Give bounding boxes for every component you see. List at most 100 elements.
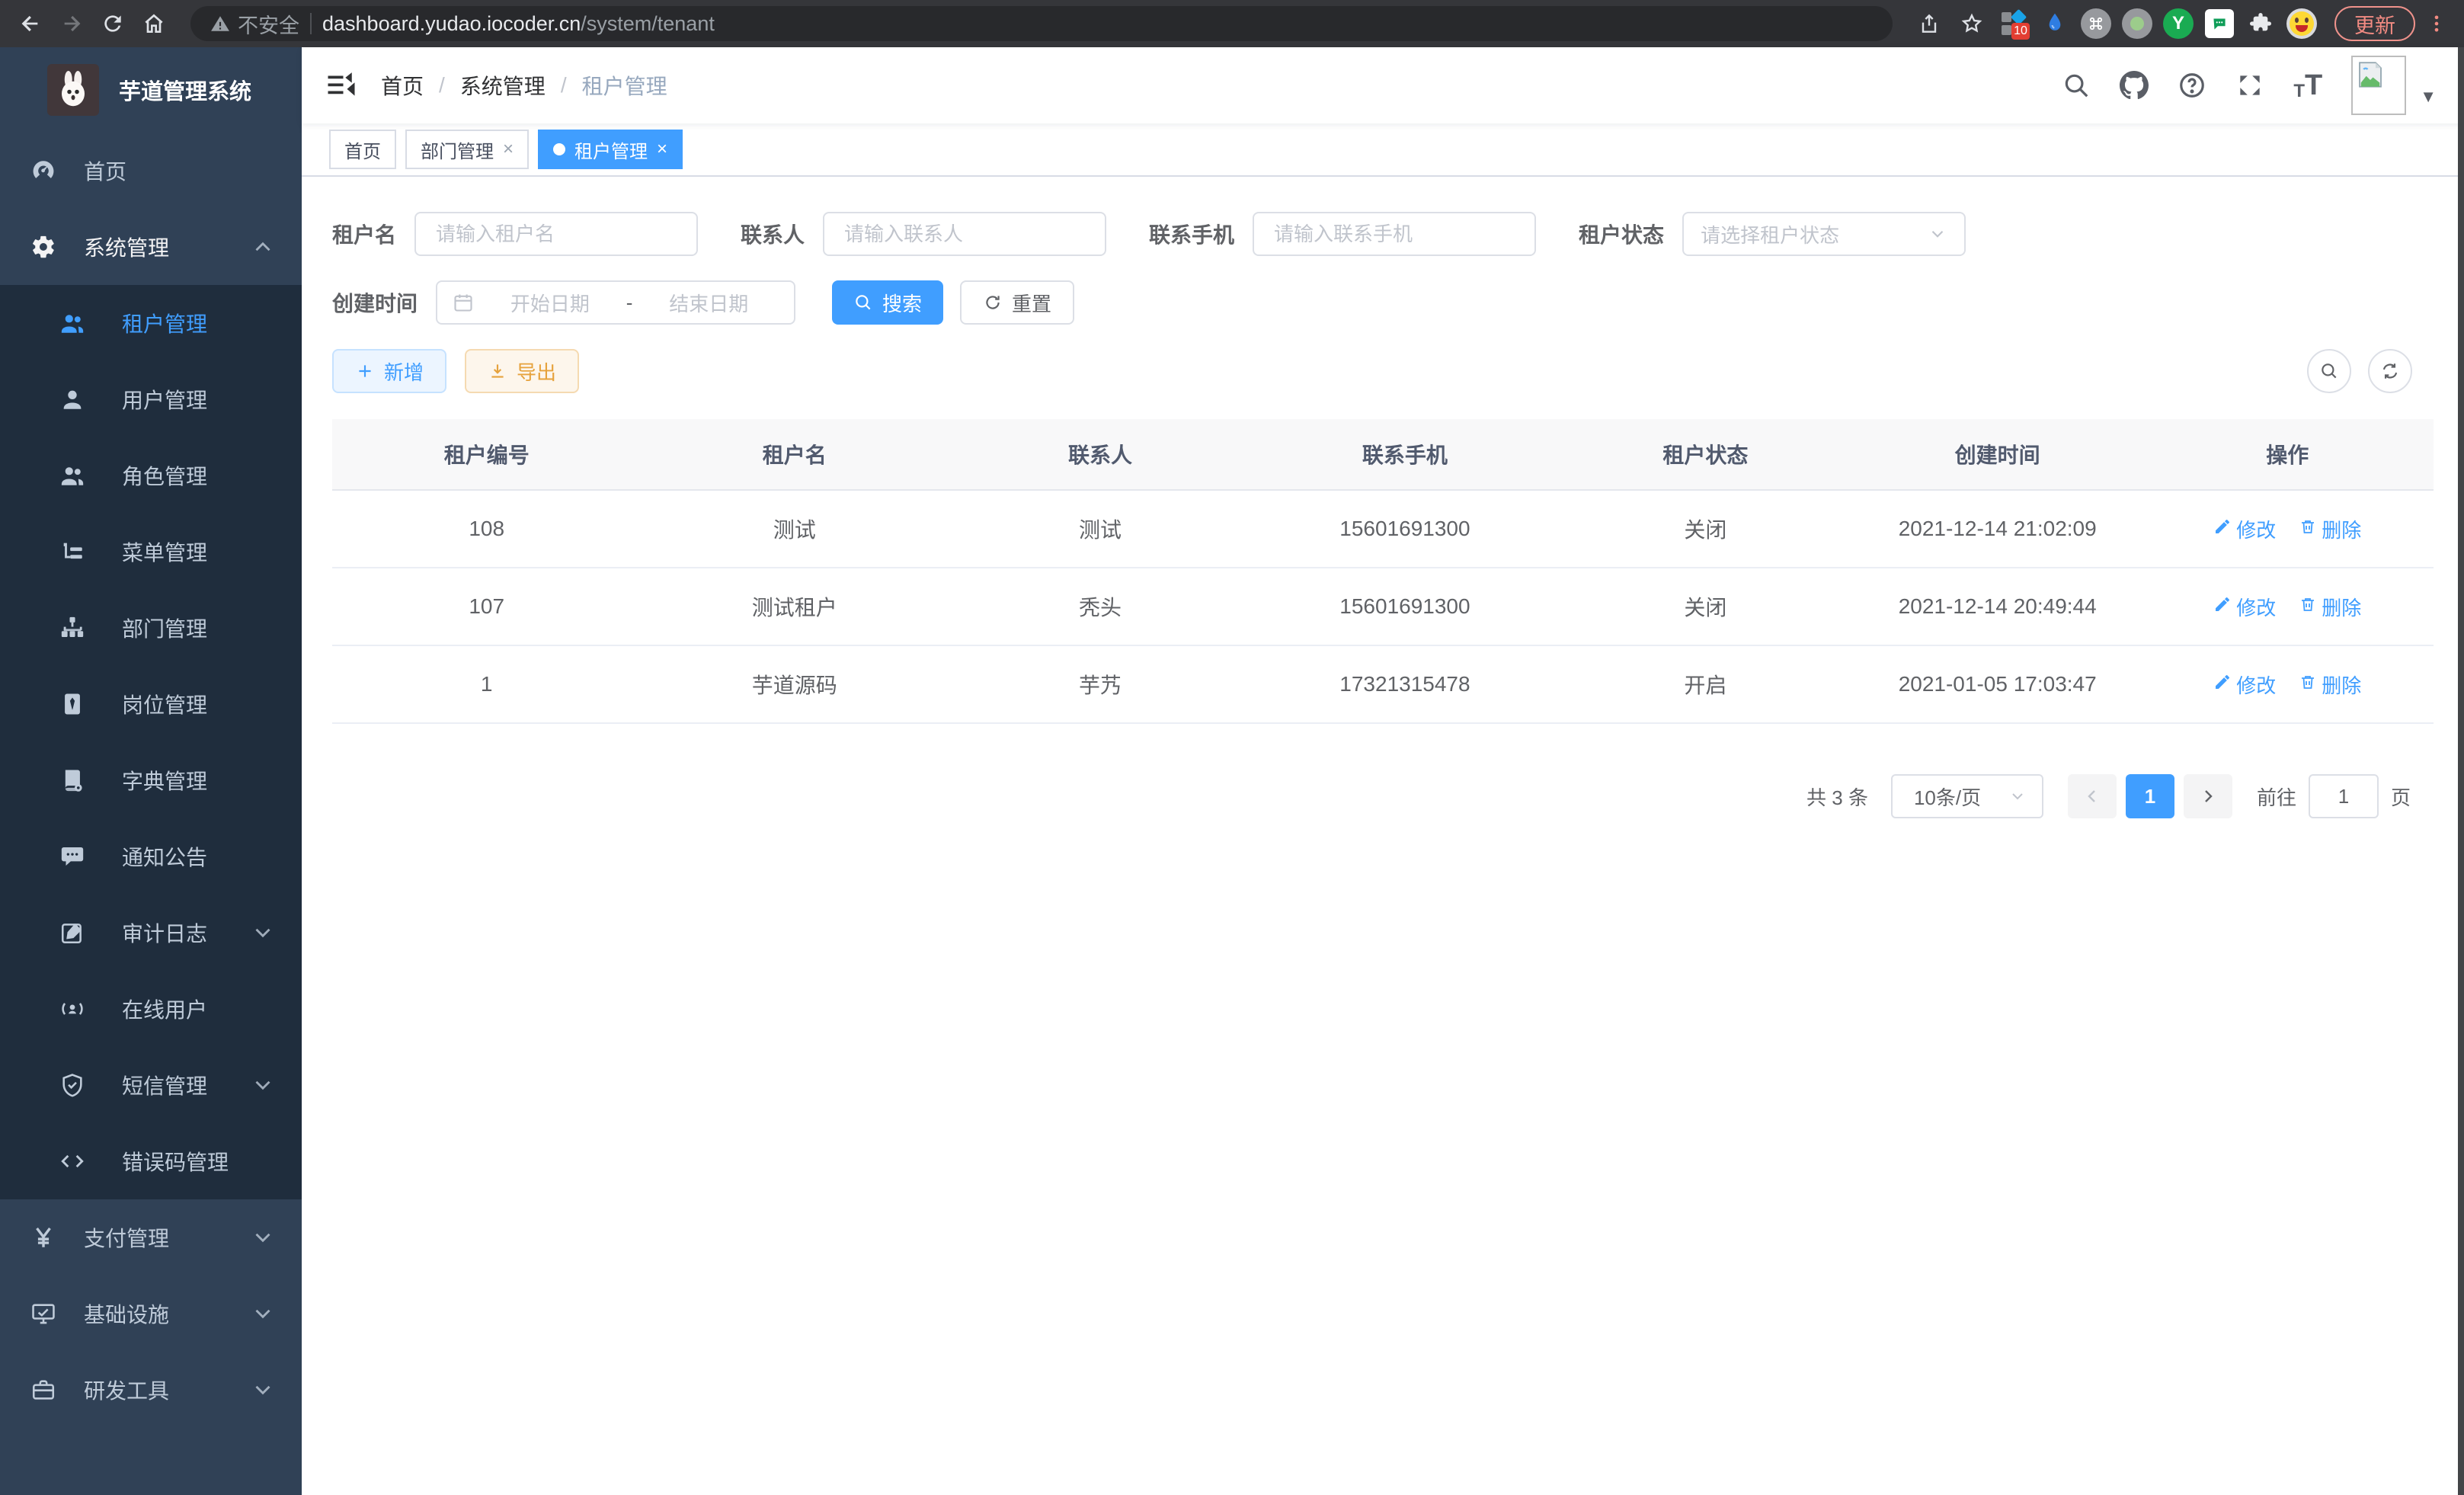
browser-reload-icon[interactable]	[94, 5, 131, 42]
header-search-icon[interactable]	[2062, 71, 2091, 100]
sidebar-item-home[interactable]: 首页	[0, 133, 302, 209]
goto-page-input[interactable]	[2309, 774, 2379, 818]
profile-avatar[interactable]	[2284, 6, 2319, 41]
column-header: 联系人	[948, 419, 1253, 489]
browser-scrollbar[interactable]	[2458, 47, 2464, 1495]
sidebar-item-online[interactable]: 在线用户	[0, 971, 302, 1047]
status-select[interactable]: 请选择租户状态	[1682, 212, 1966, 256]
sidebar-item-post[interactable]: 岗位管理	[0, 666, 302, 742]
main-area: 首页 / 系统管理 / 租户管理 TT ▼	[302, 47, 2464, 1495]
export-button[interactable]: 导出	[465, 349, 579, 393]
hamburger-icon[interactable]	[302, 47, 381, 123]
tenant-name-input[interactable]	[414, 212, 698, 256]
ext-command-icon[interactable]	[2078, 6, 2114, 41]
sidebar-item-dict[interactable]: 字典管理	[0, 742, 302, 818]
ext-drop-icon[interactable]	[2037, 6, 2072, 41]
pagination: 共 3 条 10条/页 1 前往 页	[332, 774, 2434, 818]
table-row[interactable]: 107测试租户秃头15601691300关闭2021-12-14 20:49:4…	[332, 568, 2434, 646]
gear-icon	[30, 234, 56, 260]
breadcrumb-system[interactable]: 系统管理	[460, 70, 546, 101]
tab-close-icon[interactable]: ×	[503, 139, 514, 160]
sidebar-item-user[interactable]: 用户管理	[0, 361, 302, 437]
sidebar-logo[interactable]: 芋道管理系统	[0, 47, 302, 133]
help-icon[interactable]	[2178, 71, 2206, 100]
fullscreen-icon[interactable]	[2235, 71, 2264, 100]
table-row[interactable]: 1芋道源码芋艿17321315478开启2021-01-05 17:03:47修…	[332, 646, 2434, 724]
search-button[interactable]: 搜索	[832, 280, 943, 325]
edit-link[interactable]: 修改	[2213, 593, 2276, 621]
update-button[interactable]: 更新	[2334, 6, 2415, 41]
edit-link[interactable]: 修改	[2213, 515, 2276, 543]
security-warning-icon[interactable]: 不安全	[210, 9, 299, 39]
ext-y-icon[interactable]: Y	[2161, 6, 2196, 41]
delete-link[interactable]: 删除	[2299, 593, 2361, 621]
ext-record-icon[interactable]	[2120, 6, 2155, 41]
contact-input[interactable]	[823, 212, 1106, 256]
delete-link-label: 删除	[2322, 671, 2361, 699]
infra-icon	[30, 1301, 56, 1327]
tags-bar: 首页部门管理×租户管理×	[302, 123, 2464, 177]
tenant-table: 租户编号租户名联系人联系手机租户状态创建时间操作 108测试测试15601691…	[332, 419, 2434, 724]
share-icon[interactable]	[1911, 5, 1947, 42]
tab-dept[interactable]: 部门管理×	[405, 130, 529, 169]
sidebar-item-label: 菜单管理	[122, 536, 207, 567]
sidebar-item-infra[interactable]: 基础设施	[0, 1276, 302, 1352]
table-row[interactable]: 108测试测试15601691300关闭2021-12-14 21:02:09修…	[332, 491, 2434, 568]
refresh-table-button[interactable]	[2368, 349, 2412, 393]
edit-link-label: 修改	[2236, 515, 2276, 543]
page-number-button[interactable]: 1	[2126, 774, 2174, 818]
sidebar-item-role[interactable]: 角色管理	[0, 437, 302, 514]
goto-label: 前往	[2257, 783, 2296, 811]
address-bar[interactable]: 不安全 dashboard.yudao.iocoder.cn/system/te…	[190, 6, 1893, 41]
sidebar-item-pay[interactable]: 支付管理	[0, 1199, 302, 1276]
plus-icon	[355, 361, 375, 381]
bookmark-star-icon[interactable]	[1954, 5, 1990, 42]
mobile-input[interactable]	[1253, 212, 1536, 256]
github-icon[interactable]	[2120, 71, 2149, 100]
tab-tenant[interactable]: 租户管理×	[538, 130, 683, 169]
reset-button[interactable]: 重置	[960, 280, 1074, 325]
sidebar-item-system[interactable]: 系统管理	[0, 209, 302, 285]
filter-row-2: 创建时间 开始日期 - 结束日期 搜索 重置	[332, 280, 2434, 325]
sidebar-item-errcode[interactable]: 错误码管理	[0, 1123, 302, 1199]
tab-home[interactable]: 首页	[329, 130, 396, 169]
edit-link[interactable]: 修改	[2213, 671, 2276, 699]
cell-id: 108	[332, 494, 641, 564]
post-icon	[59, 691, 85, 717]
cell-actions: 修改删除	[2142, 492, 2434, 566]
browser-back-icon[interactable]	[12, 5, 49, 42]
ext-grid-icon[interactable]: 10	[1996, 6, 2031, 41]
online-icon	[59, 996, 85, 1022]
chevron-down-icon	[250, 1072, 276, 1098]
sidebar-item-menu[interactable]: 菜单管理	[0, 514, 302, 590]
next-page-button[interactable]	[2184, 774, 2232, 818]
add-button[interactable]: 新增	[332, 349, 446, 393]
delete-link[interactable]: 删除	[2299, 515, 2361, 543]
search-icon	[853, 293, 873, 312]
sidebar-item-dept[interactable]: 部门管理	[0, 590, 302, 666]
tenant-name-label: 租户名	[332, 219, 396, 249]
browser-home-icon[interactable]	[136, 5, 172, 42]
ext-chat-icon[interactable]	[2202, 6, 2237, 41]
url-text: dashboard.yudao.iocoder.cn/system/tenant	[322, 12, 715, 36]
sidebar-item-tenant[interactable]: 租户管理	[0, 285, 302, 361]
date-range-picker[interactable]: 开始日期 - 结束日期	[436, 280, 795, 325]
sidebar-item-log[interactable]: 审计日志	[0, 895, 302, 971]
toggle-search-button[interactable]	[2307, 349, 2351, 393]
extensions-puzzle-icon[interactable]	[2243, 6, 2278, 41]
sidebar-item-label: 支付管理	[84, 1222, 169, 1253]
sidebar-item-notice[interactable]: 通知公告	[0, 818, 302, 895]
browser-forward-icon[interactable]	[53, 5, 90, 42]
tab-close-icon[interactable]: ×	[657, 139, 667, 160]
page-size-select[interactable]: 10条/页	[1891, 774, 2043, 818]
column-header: 租户名	[641, 419, 948, 489]
sidebar-item-tools[interactable]: 研发工具	[0, 1352, 302, 1428]
browser-menu-icon[interactable]	[2421, 6, 2452, 41]
sidebar-item-sms[interactable]: 短信管理	[0, 1047, 302, 1123]
delete-link[interactable]: 删除	[2299, 671, 2361, 699]
breadcrumb-home[interactable]: 首页	[381, 70, 424, 101]
user-avatar[interactable]: ▼	[2351, 56, 2437, 115]
chevron-down-icon	[2008, 787, 2027, 805]
prev-page-button[interactable]	[2068, 774, 2117, 818]
font-size-icon[interactable]: TT	[2293, 69, 2322, 102]
